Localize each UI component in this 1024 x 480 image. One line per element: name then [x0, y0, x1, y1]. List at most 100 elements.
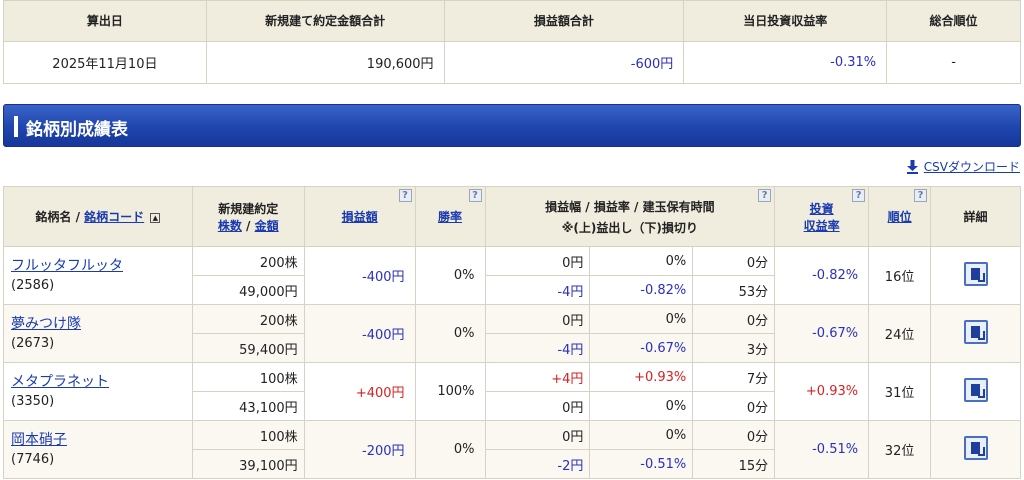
range-help-icon[interactable]: ? [758, 189, 772, 202]
loss-amount-cell: 0円 [484, 391, 591, 421]
detail-document-icon[interactable] [963, 377, 988, 402]
detail-cell [930, 362, 1021, 421]
rank-cell: 24位 [868, 304, 932, 363]
amount-sort-link[interactable]: 金額 [255, 219, 279, 233]
roi-sort-link-1[interactable]: 投資 [810, 202, 834, 216]
roi-cell: -0.82% [774, 246, 870, 305]
section-marker [14, 116, 18, 137]
range-header-line2: ※(上)益出し（下)損切り [561, 220, 698, 235]
sort-asc-icon[interactable]: ▲ [150, 212, 161, 223]
pl-header: 損益額 ? [303, 186, 416, 247]
stock-code: (2586) [11, 278, 55, 293]
total-amount-value: 190,600円 [205, 40, 445, 85]
header-slash: / [246, 218, 251, 233]
table-row: 岡本硝子 (7746) 100株 -200円 0% 0円 0% 0分 -0.51% 32位 [3, 420, 1021, 479]
loss-rate-cell: -0.51% [589, 449, 694, 479]
rank-sort-link[interactable]: 順位 [888, 210, 912, 224]
profit-amount-cell: 0円 [484, 420, 591, 450]
detail-document-icon[interactable] [963, 319, 988, 344]
profit-time-cell: 0分 [692, 246, 776, 276]
profit-amount-cell: 0円 [484, 304, 591, 334]
stock-name-cell: フルッタフルッタ (2586) [3, 246, 193, 305]
detail-cell [930, 246, 1021, 305]
shares-cell: 100株 [191, 362, 305, 392]
stock-code: (2673) [11, 336, 55, 351]
summary-value-row: 2025年11月10日 190,600円 -600円 -0.31% - [3, 40, 1021, 85]
winrate-cell: 0% [414, 420, 486, 479]
winrate-cell: 0% [414, 304, 486, 363]
profit-time-cell: 7分 [692, 362, 776, 392]
profit-time-cell: 0分 [692, 420, 776, 450]
roi-cell: +0.93% [774, 362, 870, 421]
profit-rate-cell: 0% [589, 246, 694, 276]
overall-rank-value: - [886, 40, 1021, 85]
profit-rate-cell: +0.93% [589, 362, 694, 392]
table-header-row: 銘柄名 / 銘柄コード ▲ 新規建約定 株数 / 金額 損益額 ? 勝率 ? 損… [3, 186, 1021, 247]
winrate-header: 勝率 ? [414, 186, 486, 247]
total-pl-header: 損益額合計 [443, 0, 685, 42]
stock-name-link[interactable]: フルッタフルッタ [11, 258, 123, 274]
loss-amount-cell: -2円 [484, 449, 591, 479]
summary-header-row: 算出日 新規建て約定金額合計 損益額合計 当日投資収益率 総合順位 [3, 0, 1021, 42]
loss-rate-cell: 0% [589, 391, 694, 421]
detail-header: 詳細 [930, 186, 1021, 247]
profit-rate-cell: 0% [589, 420, 694, 450]
amount-cell: 43,100円 [191, 391, 305, 421]
winrate-cell: 0% [414, 246, 486, 305]
detail-document-icon[interactable] [963, 261, 988, 286]
roi-sort-link-2[interactable]: 収益率 [804, 219, 840, 233]
shares-cell: 200株 [191, 246, 305, 276]
loss-time-cell: 53分 [692, 275, 776, 305]
stock-name-cell: メタプラネット (3350) [3, 362, 193, 421]
range-header-line1: 損益幅 / 損益率 / 建玉保有時間 [545, 199, 715, 214]
table-row: メタプラネット (3350) 100株 +400円 100% +4円 +0.93% 7分 +0.… [3, 362, 1021, 421]
pl-cell: +400円 [303, 362, 416, 421]
amount-cell: 49,000円 [191, 275, 305, 305]
rank-help-icon[interactable]: ? [914, 189, 928, 202]
profit-amount-cell: +4円 [484, 362, 591, 392]
pl-sort-link[interactable]: 損益額 [342, 210, 378, 224]
daily-roi-header: 当日投資収益率 [683, 0, 888, 42]
detail-document-icon[interactable] [963, 435, 988, 460]
section-header-bar: 銘柄別成績表 [3, 104, 1021, 147]
roi-help-icon[interactable]: ? [852, 189, 866, 202]
shares-sort-link[interactable]: 株数 [218, 219, 242, 233]
stock-code: (3350) [11, 394, 55, 409]
loss-time-cell: 3分 [692, 333, 776, 363]
new-trade-header: 新規建約定 株数 / 金額 [191, 186, 305, 247]
pl-cell: -400円 [303, 246, 416, 305]
rank-cell: 16位 [868, 246, 932, 305]
winrate-help-icon[interactable]: ? [468, 189, 482, 202]
loss-rate-cell: -0.82% [589, 275, 694, 305]
daily-roi-value: -0.31% [683, 40, 888, 85]
rank-cell: 31位 [868, 362, 932, 421]
roi-cell: -0.51% [774, 420, 870, 479]
amount-cell: 59,400円 [191, 333, 305, 363]
download-icon [906, 159, 918, 174]
csv-download[interactable]: CSVダウンロード [906, 158, 1020, 175]
table-row: フルッタフルッタ (2586) 200株 -400円 0% 0円 0% 0分 -0.82% 16位 [3, 246, 1021, 305]
name-code-header: 銘柄名 / 銘柄コード ▲ [3, 186, 193, 247]
total-amount-header: 新規建て約定金額合計 [205, 0, 445, 42]
stock-name-cell: 岡本硝子 (7746) [3, 420, 193, 479]
stock-name-link[interactable]: 夢みつけ隊 [11, 316, 81, 332]
rank-cell: 32位 [868, 420, 932, 479]
code-sort-link[interactable]: 銘柄コード [84, 210, 144, 224]
stock-name-cell: 夢みつけ隊 (2673) [3, 304, 193, 363]
csv-download-link[interactable]: CSVダウンロード [924, 158, 1020, 175]
stock-performance-table: 銘柄名 / 銘柄コード ▲ 新規建約定 株数 / 金額 損益額 ? 勝率 ? 損… [3, 186, 1021, 479]
calc-date-header: 算出日 [3, 0, 207, 42]
stock-code: (7746) [11, 452, 55, 467]
stock-name-link[interactable]: 岡本硝子 [11, 432, 67, 448]
range-header: 損益幅 / 損益率 / 建玉保有時間 ※(上)益出し（下)損切り ? [484, 186, 776, 247]
name-header-label: 銘柄名 / [35, 210, 80, 224]
pl-help-icon[interactable]: ? [398, 189, 412, 202]
section-title: 銘柄別成績表 [26, 120, 128, 140]
winrate-cell: 100% [414, 362, 486, 421]
loss-rate-cell: -0.67% [589, 333, 694, 363]
winrate-sort-link[interactable]: 勝率 [438, 210, 462, 224]
new-trade-label: 新規建約定 [218, 201, 279, 216]
stock-name-link[interactable]: メタプラネット [11, 374, 109, 390]
overall-rank-header: 総合順位 [886, 0, 1021, 42]
rank-header: 順位 ? [868, 186, 932, 247]
